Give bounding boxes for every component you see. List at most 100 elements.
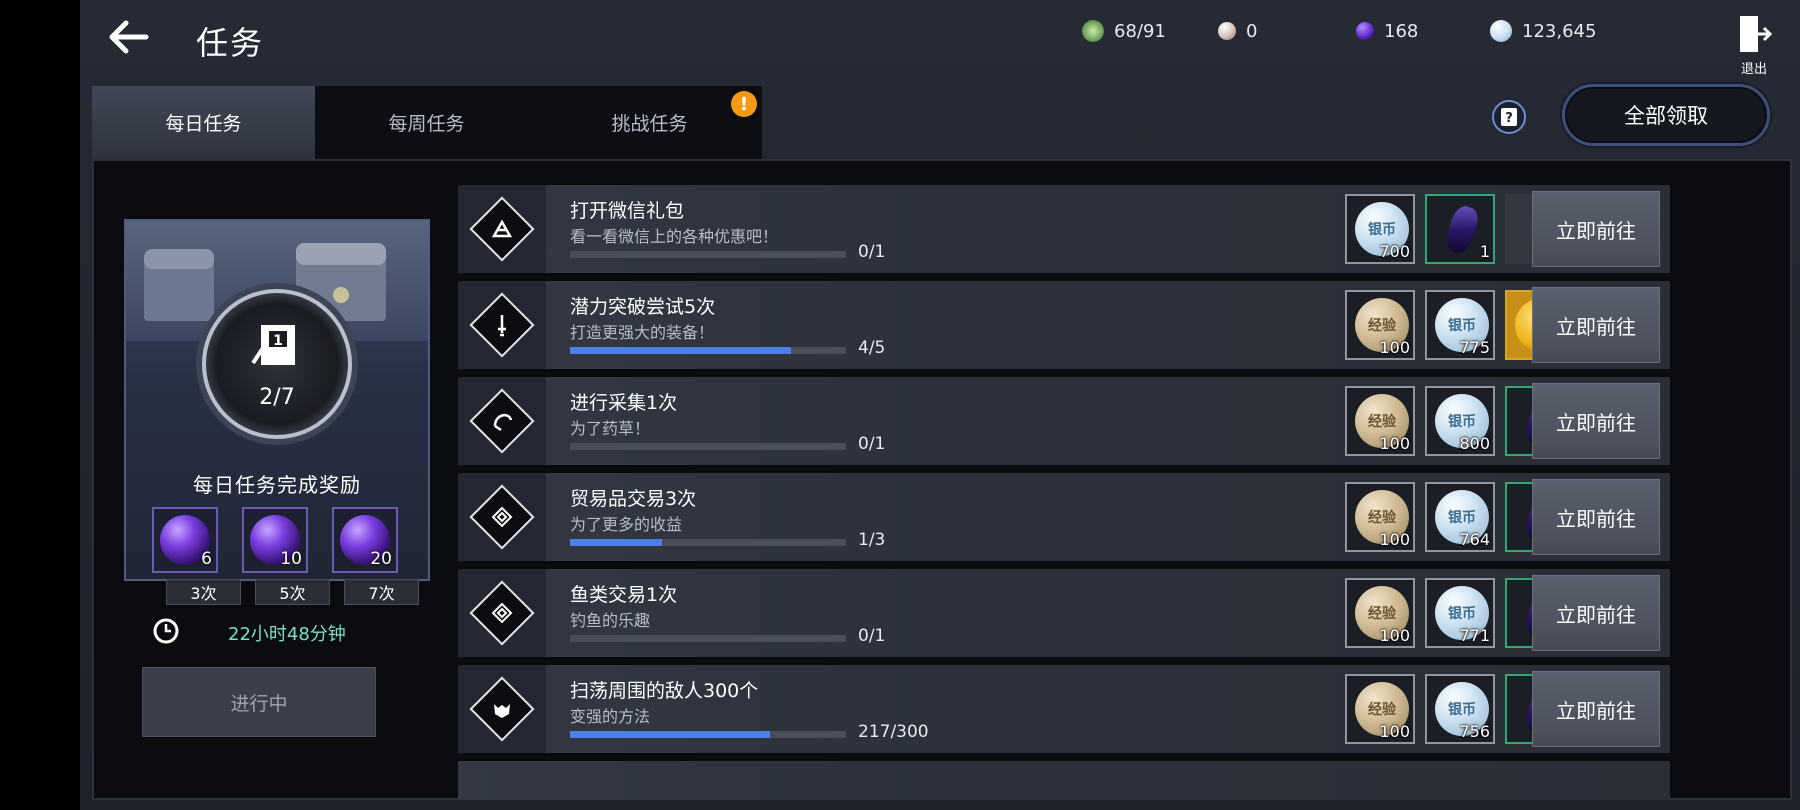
tab-challenge-tasks[interactable]: 挑战任务 ! xyxy=(538,86,761,159)
reward-amount: 756 xyxy=(1459,722,1490,741)
gem-reward[interactable]: 1 xyxy=(1425,194,1495,264)
quest-name: 鱼类交易1次 xyxy=(570,584,678,606)
go-now-button[interactable]: 立即前往 xyxy=(1532,575,1660,651)
stamina-icon xyxy=(1082,20,1104,42)
exit-door-icon xyxy=(1740,16,1773,52)
alert-badge: ! xyxy=(731,91,757,117)
reward-amount: 100 xyxy=(1379,722,1410,741)
exp-reward[interactable]: 经验 100 xyxy=(1345,290,1415,360)
silver-coin-counter: 123,645 xyxy=(1490,18,1596,44)
purple-crystal-icon xyxy=(1442,203,1482,257)
milestone-labels: 3次 5次 7次 xyxy=(118,579,419,605)
sword-quest-icon xyxy=(469,292,535,358)
milestone-reward-3[interactable]: 20 xyxy=(332,507,398,573)
reward-amount: 100 xyxy=(1379,338,1410,357)
exp-reward[interactable]: 经验 100 xyxy=(1345,674,1415,744)
silver-coin-reward[interactable]: 银币 800 xyxy=(1425,386,1495,456)
quest-desc: 看一看微信上的各种优惠吧！ xyxy=(570,227,779,246)
go-now-button[interactable]: 立即前往 xyxy=(1532,191,1660,267)
milestone-times-2: 5次 xyxy=(255,579,330,605)
go-now-button[interactable]: 立即前往 xyxy=(1532,383,1660,459)
reward-amount: 775 xyxy=(1459,338,1490,357)
silver-coin-reward[interactable]: 银币 775 xyxy=(1425,290,1495,360)
quest-progress-fill xyxy=(570,347,791,354)
exp-reward[interactable]: 经验 100 xyxy=(1345,482,1415,552)
exit-label: 退出 xyxy=(1740,62,1767,77)
quest-progress-bar xyxy=(570,251,846,258)
completion-medal: 1 2/7 xyxy=(202,289,352,439)
reward-amount: 100 xyxy=(1379,434,1410,453)
quest-progress-bar xyxy=(570,539,846,546)
go-now-button[interactable]: 立即前往 xyxy=(1532,479,1660,555)
silver-coin-icon xyxy=(1490,20,1512,42)
milestone-times-1: 3次 xyxy=(166,579,241,605)
exp-reward[interactable]: 经验 100 xyxy=(1345,386,1415,456)
purple-gem-icon xyxy=(1356,22,1374,40)
milestone-reward-2[interactable]: 10 xyxy=(242,507,308,573)
reward-amount: 1 xyxy=(1479,242,1490,261)
silver-coin-reward[interactable]: 银币 700 xyxy=(1345,194,1415,264)
stamina-counter: 68/91 xyxy=(1082,18,1166,44)
purple-gem-counter: 168 xyxy=(1356,18,1418,44)
reward-amount: 100 xyxy=(1379,530,1410,549)
scroll-icon: 1 xyxy=(251,325,295,365)
exit-button[interactable]: 退出 xyxy=(1732,12,1776,77)
stamina-value: 68/91 xyxy=(1114,20,1166,42)
silver-coin-reward[interactable]: 银币 764 xyxy=(1425,482,1495,552)
clock-icon xyxy=(153,618,179,644)
quest-list[interactable]: 打开微信礼包 看一看微信上的各种优惠吧！ 0/1 银币 700 1 立即前往 潜… xyxy=(458,185,1670,800)
claim-all-button[interactable]: 全部领取 xyxy=(1562,84,1770,146)
quest-icon-frame xyxy=(458,665,546,753)
quest-progress-bar xyxy=(570,731,846,738)
fish-trade-quest-icon xyxy=(469,580,535,646)
go-now-button[interactable]: 立即前往 xyxy=(1532,671,1660,747)
pearl-value: 0 xyxy=(1246,20,1258,42)
quest-name: 扫荡周围的敌人300个 xyxy=(570,680,759,702)
reward-amount: 764 xyxy=(1459,530,1490,549)
quest-name: 贸易品交易3次 xyxy=(570,488,697,510)
tab-weekly-label: 每周任务 xyxy=(388,113,465,135)
svg-text:1: 1 xyxy=(273,333,283,349)
purple-gem-value: 168 xyxy=(1384,20,1419,42)
quest-desc: 打造更强大的装备！ xyxy=(570,323,715,342)
quest-icon-frame xyxy=(458,377,546,465)
quest-progress-text: 4/5 xyxy=(858,338,886,358)
quest-icon-frame xyxy=(458,281,546,369)
quest-icon-frame xyxy=(458,473,546,561)
quest-name: 潜力突破尝试5次 xyxy=(570,296,716,318)
quest-progress-text: 217/300 xyxy=(858,722,929,742)
reward-amount: 700 xyxy=(1379,242,1410,261)
quest-progress-text: 1/3 xyxy=(858,530,886,550)
quest-icon-frame xyxy=(458,185,546,273)
back-arrow-icon[interactable] xyxy=(102,14,154,60)
reward-count: 20 xyxy=(370,549,392,569)
quest-progress-fill xyxy=(570,731,770,738)
gift-quest-icon xyxy=(469,196,535,262)
page-title: 任务 xyxy=(196,24,265,62)
quest-desc: 钓鱼的乐趣 xyxy=(570,611,651,630)
reward-amount: 800 xyxy=(1459,434,1490,453)
quest-progress-bar xyxy=(570,347,846,354)
quest-name: 进行采集1次 xyxy=(570,392,678,414)
quest-row: 进行采集1次 为了药草！ 0/1 经验 100 银币 800 1 立即前往 xyxy=(458,377,1670,465)
in-progress-button[interactable]: 进行中 xyxy=(142,667,376,737)
pearl-counter: 0 xyxy=(1218,18,1257,44)
quest-desc: 为了药草！ xyxy=(570,419,651,438)
quest-row: 鱼类交易1次 钓鱼的乐趣 0/1 经验 100 银币 771 1 立即前往 xyxy=(458,569,1670,657)
milestone-rewards: 6 10 20 xyxy=(152,507,398,573)
quest-desc: 变强的方法 xyxy=(570,707,651,726)
silver-coin-reward[interactable]: 银币 771 xyxy=(1425,578,1495,648)
exp-reward[interactable]: 经验 100 xyxy=(1345,578,1415,648)
reward-amount: 100 xyxy=(1379,626,1410,645)
task-tabs: 每日任务 每周任务 挑战任务 ! xyxy=(92,86,762,159)
silver-coin-reward[interactable]: 银币 756 xyxy=(1425,674,1495,744)
milestone-reward-1[interactable]: 6 xyxy=(152,507,218,573)
daily-reward-card: 1 2/7 每日任务完成奖励 6 10 20 xyxy=(124,219,430,581)
go-now-button[interactable]: 立即前往 xyxy=(1532,287,1660,363)
milestone-times-3: 7次 xyxy=(344,579,419,605)
reward-count: 6 xyxy=(201,549,212,569)
help-button[interactable]: ? xyxy=(1492,100,1526,134)
sickle-quest-icon xyxy=(469,388,535,454)
tab-daily-tasks[interactable]: 每日任务 xyxy=(92,86,315,159)
tab-weekly-tasks[interactable]: 每周任务 xyxy=(315,86,538,159)
